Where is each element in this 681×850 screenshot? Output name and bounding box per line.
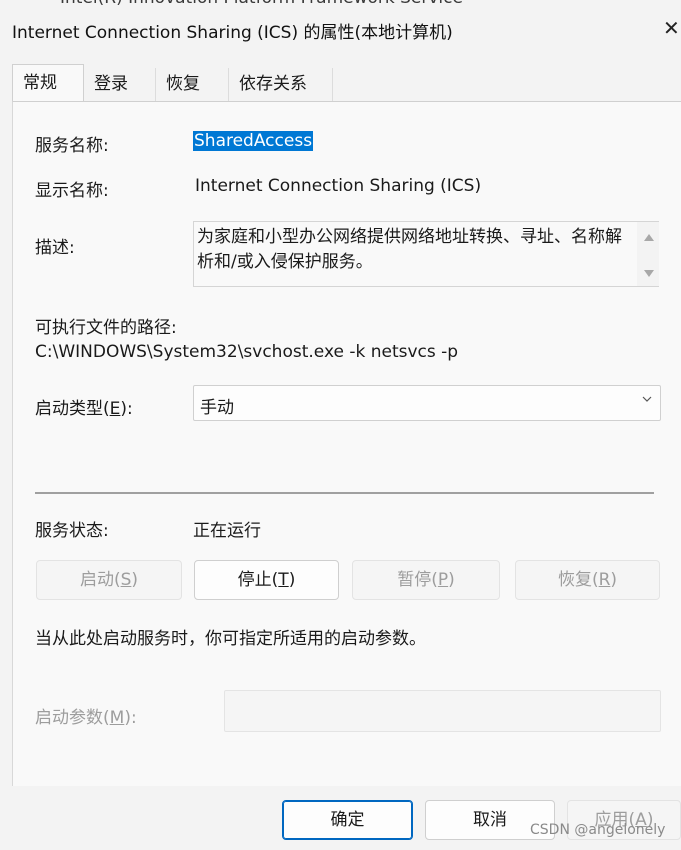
service-name-value[interactable]: SharedAccess	[193, 131, 314, 151]
watermark: CSDN @angelonely	[530, 822, 666, 838]
resume-button[interactable]: 恢复(R)	[515, 560, 660, 600]
tab-logon[interactable]: 登录	[84, 68, 156, 101]
service-name-selected-text[interactable]: SharedAccess	[193, 131, 314, 151]
title-bar: Internet Connection Sharing (ICS) 的属性(本地…	[0, 0, 681, 58]
window-title: Internet Connection Sharing (ICS) 的属性(本地…	[12, 23, 453, 43]
exe-path-value: C:\WINDOWS\System32\svchost.exe -k netsv…	[35, 342, 459, 362]
tab-dependencies[interactable]: 依存关系	[229, 68, 333, 101]
general-tab-panel	[12, 101, 681, 787]
start-button[interactable]: 启动(S)	[36, 560, 182, 600]
description-scrollbar[interactable]	[637, 222, 659, 286]
separator	[35, 492, 654, 494]
exe-path-label: 可执行文件的路径:	[35, 318, 177, 338]
service-status-value: 正在运行	[193, 521, 261, 541]
close-icon[interactable]: ✕	[663, 14, 681, 42]
description-text: 为家庭和小型办公网络提供网络地址转换、寻址、名称解析和/或入侵保护服务。	[197, 227, 622, 272]
ok-button[interactable]: 确定	[282, 800, 413, 840]
startup-type-label: 启动类型(E):	[35, 399, 133, 419]
display-name-label: 显示名称:	[35, 181, 109, 201]
description-label: 描述:	[35, 238, 75, 258]
stop-button[interactable]: 停止(T)	[194, 560, 339, 600]
start-params-hint: 当从此处启动服务时，你可指定所适用的启动参数。	[35, 629, 426, 649]
tab-recovery[interactable]: 恢复	[156, 68, 229, 101]
scroll-up-icon[interactable]	[644, 234, 654, 241]
tab-general[interactable]: 常规	[12, 64, 84, 102]
start-params-label: 启动参数(M):	[35, 708, 137, 728]
description-textbox[interactable]: 为家庭和小型办公网络提供网络地址转换、寻址、名称解析和/或入侵保护服务。	[193, 221, 659, 287]
service-name-label: 服务名称:	[35, 136, 109, 156]
pause-button[interactable]: 暂停(P)	[352, 560, 500, 600]
scroll-down-icon[interactable]	[644, 270, 654, 277]
chevron-down-icon[interactable]	[642, 394, 652, 404]
service-status-label: 服务状态:	[35, 521, 109, 541]
startup-type-value: 手动	[200, 398, 234, 418]
display-name-value: Internet Connection Sharing (ICS)	[195, 176, 482, 196]
startup-type-select[interactable]: 手动	[193, 385, 661, 421]
tab-strip: 常规 登录 恢复 依存关系	[12, 64, 681, 102]
start-params-input[interactable]	[224, 690, 661, 732]
